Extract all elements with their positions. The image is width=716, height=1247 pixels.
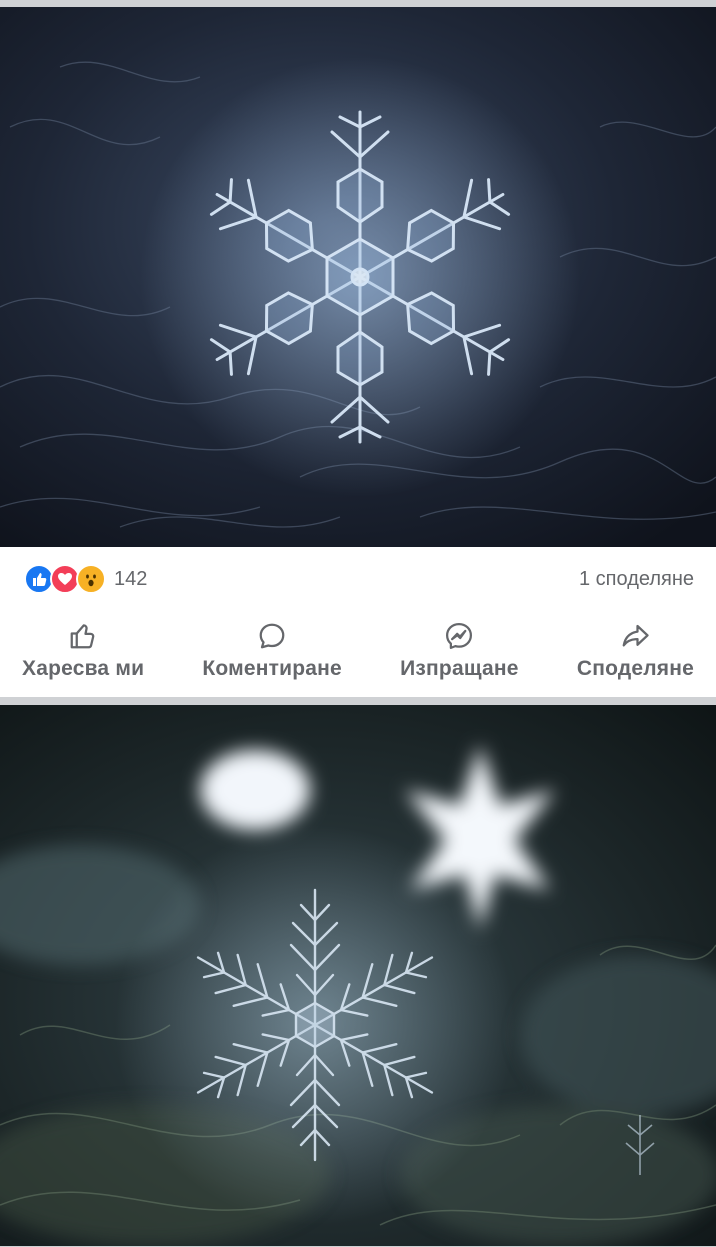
action-bar: Харесва ми Коментиране Изпращане Споделя… xyxy=(0,619,716,691)
reaction-count: 142 xyxy=(114,567,148,590)
top-divider xyxy=(0,0,716,7)
post-photo-1[interactable] xyxy=(0,7,716,547)
share-count[interactable]: 1 споделяне xyxy=(579,568,694,591)
snowflake-image-1 xyxy=(0,7,716,547)
comment-button[interactable]: Коментиране xyxy=(202,619,342,691)
post-footer: 142 1 споделяне Харесва ми Коментиране И… xyxy=(0,547,716,697)
comment-bubble-icon xyxy=(257,619,287,653)
reactions-row: 142 1 споделяне xyxy=(0,547,716,611)
post-photo-2[interactable] xyxy=(0,705,716,1246)
share-label: Споделяне xyxy=(576,657,694,680)
post-divider xyxy=(0,697,716,705)
comment-label: Коментиране xyxy=(202,657,342,680)
send-label: Изпращане xyxy=(400,657,519,680)
reactions-summary[interactable]: 142 xyxy=(24,564,147,594)
share-button[interactable]: Споделяне xyxy=(577,619,694,691)
like-button[interactable]: Харесва ми xyxy=(22,619,144,691)
send-button[interactable]: Изпращане xyxy=(400,619,519,691)
like-label: Харесва ми xyxy=(22,657,145,680)
thumbs-up-icon xyxy=(68,619,98,653)
messenger-icon xyxy=(444,619,474,653)
share-arrow-icon xyxy=(620,619,650,653)
wow-reaction-icon xyxy=(76,564,106,594)
snowflake-image-2 xyxy=(0,705,716,1246)
